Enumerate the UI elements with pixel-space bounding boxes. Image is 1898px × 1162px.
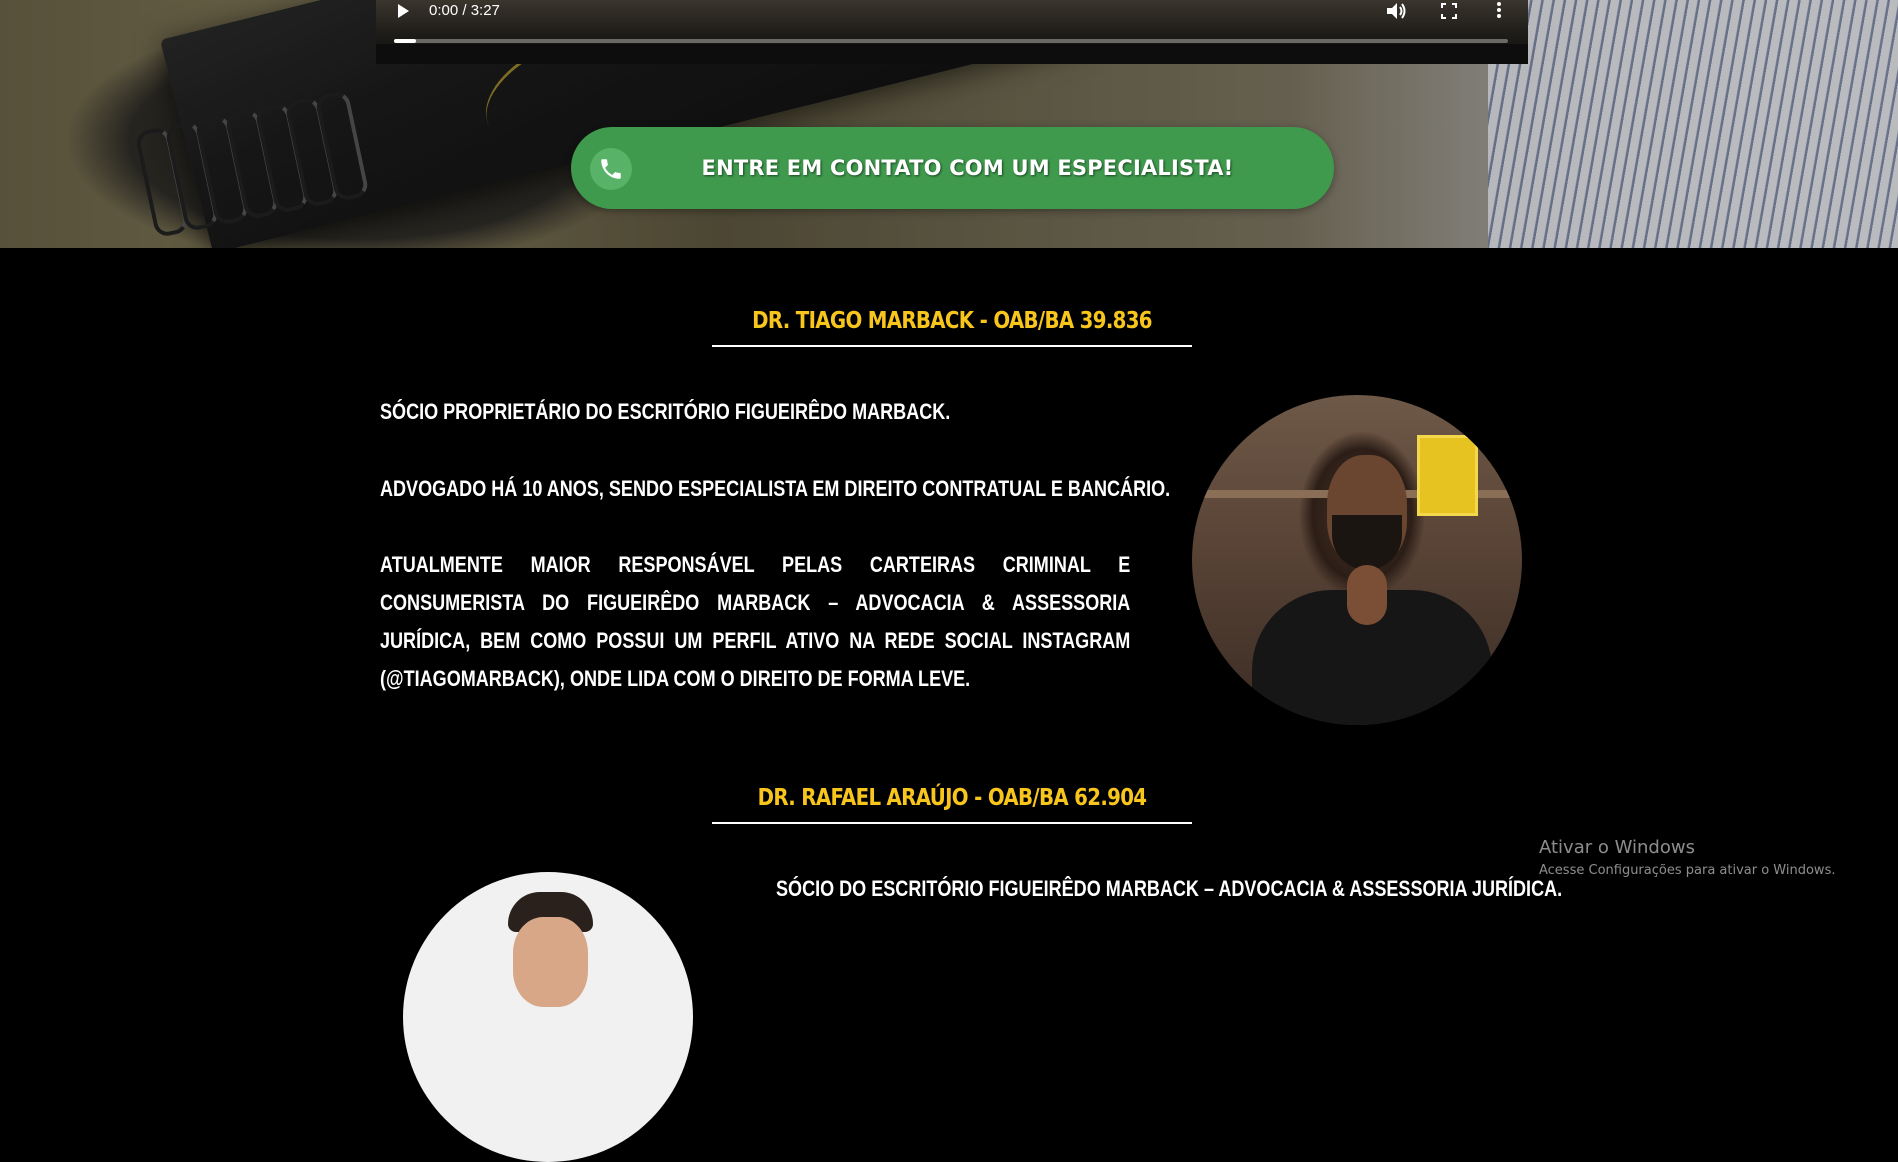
video-time: 0:00 / 3:27 <box>429 2 500 19</box>
more-options-icon[interactable] <box>1496 2 1502 20</box>
play-icon[interactable] <box>398 4 409 18</box>
profile-heading-rafael: DR. RAFAEL ARAÚJO - OAB/BA 62.904 <box>757 785 1147 811</box>
fullscreen-icon[interactable] <box>1441 3 1457 19</box>
profile-rafael-paragraph-1: Sócio do escritório Figueirêdo Marback –… <box>776 876 1563 901</box>
phone-icon <box>590 148 632 190</box>
heading-divider <box>712 345 1192 347</box>
profile-photo-tiago <box>1192 395 1522 725</box>
profile-tiago-paragraph-1: Sócio proprietário do escritório Figueir… <box>380 399 951 424</box>
volume-icon[interactable] <box>1385 2 1407 20</box>
profile-heading-tiago: DR. TIAGO MARBACK - OAB/BA 39.836 <box>752 308 1152 334</box>
heading-divider <box>712 822 1192 824</box>
windows-activation-title: Ativar o Windows <box>1539 837 1695 858</box>
cta-label: ENTRE EM CONTATO COM UM ESPECIALISTA! <box>701 156 1234 180</box>
windows-activation-subtitle: Acesse Configurações para ativar o Windo… <box>1539 863 1836 878</box>
video-progress-fill <box>394 39 417 43</box>
contact-specialist-button[interactable]: ENTRE EM CONTATO COM UM ESPECIALISTA! <box>571 127 1334 209</box>
profile-tiago-paragraph-2: Advogado há 10 anos, sendo especialista … <box>380 476 1171 501</box>
hero-banner: 0:00 / 3:27 ENTRE EM CONTATO COM UM ESPE… <box>0 0 1898 248</box>
profile-tiago-paragraph-3: Atualmente maior responsável pelas carte… <box>380 552 1131 691</box>
video-progress-bar[interactable] <box>394 39 1508 43</box>
profile-photo-rafael <box>403 872 693 1162</box>
video-player[interactable]: 0:00 / 3:27 <box>376 0 1528 64</box>
